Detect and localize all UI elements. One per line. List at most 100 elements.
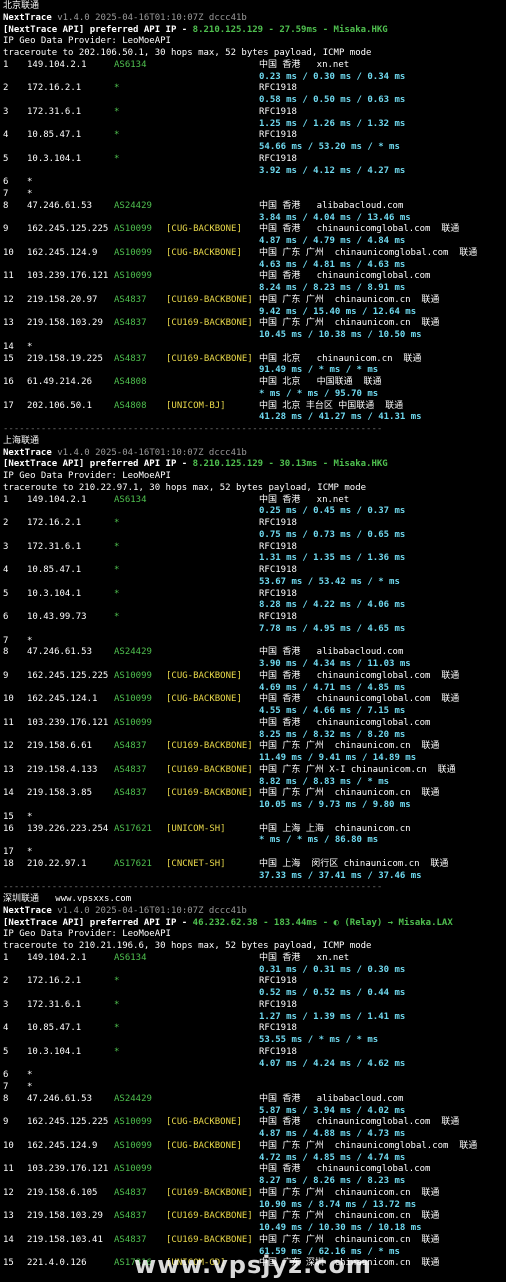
- geo-provider-line: IP Geo Data Provider: LeoMoeAPI: [3, 36, 503, 48]
- hop-row: 16 61.49.214.26 AS4808 中国 北京 中国联通 联通: [3, 377, 503, 389]
- hop-number: 7: [3, 635, 9, 646]
- hop-rtt-row: 0.23 ms / 0.30 ms / 0.34 ms: [3, 72, 503, 84]
- hop-geo: RFC1918: [259, 106, 297, 117]
- hop-asn: *: [114, 130, 120, 141]
- hop-ip: 139.226.223.254: [27, 823, 109, 834]
- hop-tag: [CUG-BACKBONE]: [166, 1140, 242, 1151]
- hop-number: 4: [3, 1023, 9, 1034]
- hop-ip: 219.158.19.225: [27, 353, 103, 364]
- hop-rtt: 1.31 ms / 1.35 ms / 1.36 ms: [259, 553, 406, 564]
- hop-row: 14 219.158.3.85 AS4837 [CU169-BACKBONE] 中国 广…: [3, 788, 503, 800]
- hop-asn: AS10099: [114, 224, 152, 235]
- hop-rtt-row: 8.27 ms / 8.26 ms / 8.23 ms: [3, 1176, 503, 1188]
- hop-ip: 162.245.124.9: [27, 1140, 98, 1151]
- hop-rtt-row: 0.75 ms / 0.73 ms / 0.65 ms: [3, 530, 503, 542]
- hop-tag: [CU169-BACKBONE]: [166, 353, 253, 364]
- hop-tag: [CU169-BACKBONE]: [166, 1211, 253, 1222]
- hop-ip: 103.239.176.121: [27, 271, 109, 282]
- hop-rtt: 4.07 ms / 4.24 ms / 4.62 ms: [259, 1058, 406, 1069]
- hop-row: 5 10.3.104.1 * RFC1918: [3, 154, 503, 166]
- hop-rtt-row: 37.33 ms / 37.41 ms / 37.46 ms: [3, 871, 503, 883]
- hop-number: 2: [3, 518, 9, 528]
- hop-row: 6 *: [3, 1070, 503, 1082]
- hop-rtt: 5.87 ms / 3.94 ms / 4.02 ms: [259, 1105, 406, 1116]
- hop-geo: RFC1918: [259, 518, 297, 528]
- hop-rtt-row: 4.87 ms / 4.79 ms / 4.84 ms: [3, 236, 503, 248]
- hop-asn: AS6134: [114, 952, 147, 963]
- hop-row: 15 219.158.19.225 AS4837 [CU169-BACKBONE] 中国…: [3, 354, 503, 366]
- hop-geo: 中国 广东 广州 X-I chinaunicom.cn 联通: [259, 764, 456, 775]
- hop-rtt-row: 91.49 ms / * ms / * ms: [3, 365, 503, 377]
- hop-asn: *: [114, 588, 120, 599]
- hop-ip: 219.158.6.61: [27, 741, 93, 752]
- hop-geo: 中国 香港 alibabacloud.com: [259, 1093, 404, 1104]
- version: v1.4.0 2025-04-16T01:10:07Z dccc41b: [57, 447, 247, 458]
- hop-row: 13 219.158.103.29 AS4837 [CU169-BACKBONE] 中国…: [3, 318, 503, 330]
- hop-row: 6 10.43.99.73 * RFC1918: [3, 612, 503, 624]
- hop-rtt: 0.58 ms / 0.50 ms / 0.63 ms: [259, 95, 406, 105]
- hop-geo: 中国 广东 广州 chinaunicom.cn 联通: [259, 1187, 440, 1198]
- hop-ip: 219.158.6.105: [27, 1187, 98, 1198]
- hop-rtt: 10.45 ms / 10.38 ms / 10.50 ms: [259, 330, 422, 340]
- traceroute-line: traceroute to 202.106.50.1, 30 hops max,…: [3, 48, 503, 60]
- geo-provider: IP Geo Data Provider: LeoMoeAPI: [3, 36, 171, 47]
- separator-line: ----------------------------------------…: [3, 882, 503, 894]
- hop-asn: AS10099: [114, 1117, 152, 1128]
- app-name: NextTrace: [3, 447, 52, 458]
- hop-number: 11: [3, 1164, 14, 1175]
- hop-rtt-row: 3.92 ms / 4.12 ms / 4.27 ms: [3, 166, 503, 178]
- hop-rtt: 4.63 ms / 4.81 ms / 4.63 ms: [259, 259, 406, 270]
- hop-tag: [CU169-BACKBONE]: [166, 1187, 253, 1198]
- hop-rtt-row: 8.25 ms / 8.32 ms / 8.20 ms: [3, 730, 503, 742]
- hop-number: 16: [3, 823, 14, 834]
- hop-ip: 162.245.125.225: [27, 1117, 109, 1128]
- hop-ip: 61.49.214.26: [27, 377, 93, 387]
- hop-number: 14: [3, 1234, 14, 1245]
- traceroute-header: traceroute to 210.22.97.1, 30 hops max, …: [3, 482, 367, 493]
- hop-asn: AS17621: [114, 858, 152, 869]
- hop-asn: *: [114, 153, 120, 164]
- hop-geo: 中国 北京 丰台区 中国联通 联通: [259, 400, 404, 411]
- hop-ip: 172.16.2.1: [27, 976, 82, 987]
- hop-rtt: 0.75 ms / 0.73 ms / 0.65 ms: [259, 529, 406, 540]
- hop-ip: *: [27, 847, 33, 857]
- hop-asn: AS17621: [114, 823, 152, 834]
- hop-ip: 103.239.176.121: [27, 717, 109, 728]
- hop-asn: *: [114, 976, 120, 987]
- hop-row: 12 219.158.20.97 AS4837 [CU169-BACKBONE] 中国 …: [3, 295, 503, 307]
- hop-asn: AS4808: [114, 400, 147, 411]
- hop-number: 4: [3, 565, 9, 575]
- hop-ip: 10.85.47.1: [27, 130, 82, 141]
- hop-rtt: 53.67 ms / 53.42 ms / * ms: [259, 576, 400, 587]
- hop-row: 2 172.16.2.1 * RFC1918: [3, 518, 503, 530]
- hop-row: 2 172.16.2.1 * RFC1918: [3, 83, 503, 95]
- hop-ip: *: [27, 177, 33, 188]
- hop-tag: [UNICOM-SH]: [166, 823, 226, 834]
- hop-ip: 10.3.104.1: [27, 153, 82, 164]
- hop-asn: AS10099: [114, 717, 152, 728]
- hop-asn: AS4808: [114, 377, 147, 387]
- hop-row: 13 219.158.103.29 AS4837 [CU169-BACKBONE] 中国…: [3, 1211, 503, 1223]
- hop-row: 12 219.158.6.61 AS4837 [CU169-BACKBONE] 中国 广…: [3, 741, 503, 753]
- separator-line: ----------------------------------------…: [3, 424, 503, 436]
- hop-ip: 162.245.125.225: [27, 670, 109, 681]
- api-value: 46.232.62.38 - 183.44ms - ◐ (Relay) → Mi…: [192, 917, 453, 928]
- hop-asn: AS4837: [114, 318, 147, 329]
- hop-geo: 中国 香港 xn.net: [259, 59, 350, 70]
- hop-rtt-row: 5.87 ms / 3.94 ms / 4.02 ms: [3, 1106, 503, 1118]
- hop-rtt-row: 3.84 ms / 4.04 ms / 13.46 ms: [3, 213, 503, 225]
- hop-row: 4 10.85.47.1 * RFC1918: [3, 130, 503, 142]
- section-site: www.vpsxxs.com: [55, 894, 132, 904]
- hop-rtt: 11.49 ms / 9.41 ms / 14.89 ms: [259, 753, 417, 763]
- hop-number: 14: [3, 341, 14, 352]
- hop-tag: [CU169-BACKBONE]: [166, 1234, 253, 1245]
- hop-rtt: 0.52 ms / 0.52 ms / 0.44 ms: [259, 988, 406, 998]
- hop-rtt: 1.25 ms / 1.26 ms / 1.32 ms: [259, 118, 406, 129]
- hop-asn: *: [114, 106, 120, 117]
- hop-asn: AS4837: [114, 1211, 147, 1222]
- hop-ip: *: [27, 1070, 33, 1081]
- hop-geo: 中国 香港 xn.net: [259, 494, 350, 505]
- section-title-line: 上海联通: [3, 436, 503, 448]
- hop-number: 13: [3, 318, 14, 329]
- hop-row: 9 162.245.125.225 AS10099 [CUG-BACKBONE] 中国 …: [3, 224, 503, 236]
